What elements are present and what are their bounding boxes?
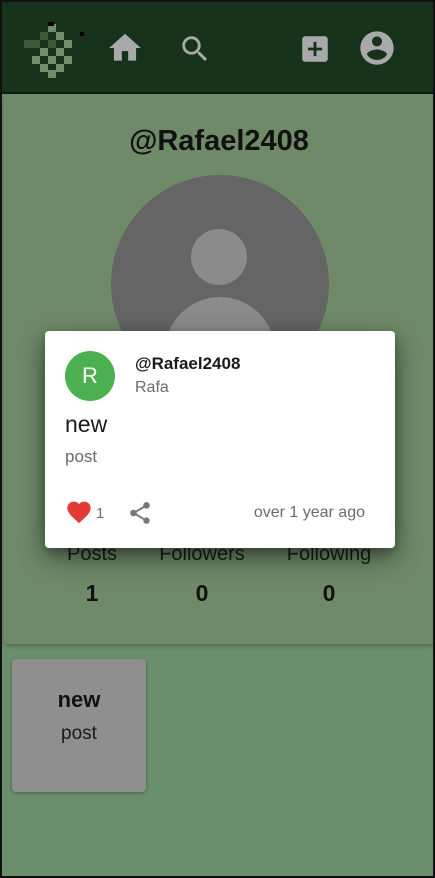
share-icon[interactable] [127,500,153,526]
app-frame: @Rafael2408 Posts 1 Followers 0 Followin… [0,0,435,878]
avatar[interactable]: R [65,351,115,401]
post-timestamp: over 1 year ago [253,504,365,521]
like-count: 1 [96,505,105,522]
post-body: post [65,447,98,466]
post-detail-modal: R @Rafael2408 Rafa new post 1 over 1 yea… [45,331,395,548]
post-title: new [65,411,108,437]
post-author-handle[interactable]: @Rafael2408 [135,354,240,374]
post-author-name: Rafa [135,379,169,396]
heart-icon[interactable] [65,498,93,524]
